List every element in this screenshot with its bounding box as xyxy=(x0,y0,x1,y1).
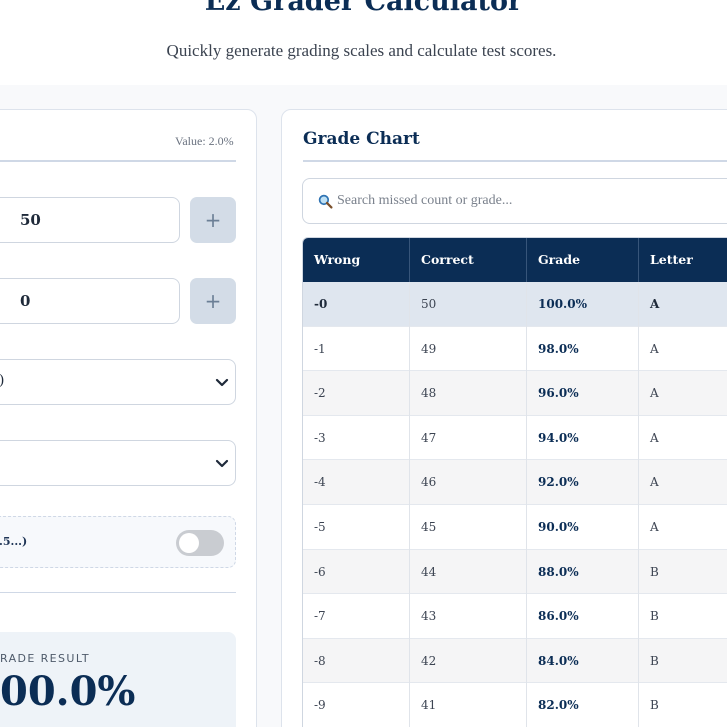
half-points-toggle-switch[interactable] xyxy=(176,530,224,556)
table-row[interactable]: -8 42 84.0% B xyxy=(303,638,727,684)
cell-correct: 41 xyxy=(410,683,527,727)
grade-table: Wrong Correct Grade Letter -0 50 100.0% A -1… xyxy=(302,237,727,727)
rounding-select-value: ) xyxy=(0,372,4,389)
result-divider xyxy=(0,592,236,593)
cell-letter: B xyxy=(650,698,659,713)
cell-letter: B xyxy=(650,564,659,579)
table-row[interactable]: -0 50 100.0% A xyxy=(303,282,727,327)
cell-letter: A xyxy=(650,341,659,356)
cell-letter: A xyxy=(650,297,660,311)
cell-letter: B xyxy=(650,653,659,668)
cell-correct: 43 xyxy=(410,594,527,639)
cell-wrong: -6 xyxy=(303,549,410,595)
cell-grade: 100.0% xyxy=(527,282,639,327)
grade-table-header: Wrong Correct Grade Letter xyxy=(303,238,727,282)
toggle-knob xyxy=(179,533,199,553)
app-title: Ez Grader Calculator xyxy=(204,0,523,17)
cell-grade: 90.0% xyxy=(527,505,639,550)
app-tagline: Quickly generate grading scales and calc… xyxy=(166,41,557,60)
column-header-letter[interactable]: Letter xyxy=(639,238,727,282)
cell-grade: 84.0% xyxy=(527,638,639,684)
cell-letter: A xyxy=(650,386,659,401)
cell-grade: 82.0% xyxy=(527,683,639,727)
cell-wrong: -4 xyxy=(303,460,410,505)
chevron-down-icon xyxy=(215,459,229,468)
total-questions-increment-button[interactable]: + xyxy=(190,197,236,243)
cell-grade: 94.0% xyxy=(527,415,639,461)
cell-correct: 49 xyxy=(410,326,527,372)
cell-grade: 98.0% xyxy=(527,326,639,372)
column-header-wrong[interactable]: Wrong xyxy=(303,238,410,282)
grade-chart-title: Grade Chart xyxy=(303,129,420,149)
column-header-grade[interactable]: Grade xyxy=(527,238,639,282)
cell-wrong: -0 xyxy=(303,282,410,327)
column-header-correct[interactable]: Correct xyxy=(410,238,527,282)
grade-search-box[interactable] xyxy=(302,178,727,224)
cell-correct: 44 xyxy=(410,549,527,595)
cell-wrong: -1 xyxy=(303,326,410,372)
table-row[interactable]: -4 46 92.0% A xyxy=(303,460,727,505)
table-row[interactable]: -6 44 88.0% B xyxy=(303,549,727,595)
settings-divider xyxy=(0,160,236,162)
rounding-select[interactable]: ) xyxy=(0,359,236,405)
grade-result-label: RADE RESULT xyxy=(0,652,90,665)
cell-correct: 45 xyxy=(410,505,527,550)
cell-grade: 96.0% xyxy=(527,371,639,416)
grade-search-input[interactable] xyxy=(337,180,717,222)
cell-wrong: -9 xyxy=(303,683,410,727)
cell-correct: 42 xyxy=(410,638,527,684)
half-points-toggle-label: .5...) xyxy=(0,535,28,548)
cell-grade: 92.0% xyxy=(527,460,639,505)
cell-letter: B xyxy=(650,609,659,624)
wrong-answers-input[interactable]: 0 xyxy=(0,278,180,324)
cell-correct: 47 xyxy=(410,415,527,461)
cell-grade: 88.0% xyxy=(527,549,639,595)
chevron-down-icon xyxy=(215,378,229,387)
total-questions-input[interactable]: 50 xyxy=(0,197,180,243)
search-icon xyxy=(318,194,333,209)
table-row[interactable]: -5 45 90.0% A xyxy=(303,505,727,550)
cell-correct: 48 xyxy=(410,371,527,416)
cell-letter: A xyxy=(650,475,659,490)
table-row[interactable]: -1 49 98.0% A xyxy=(303,326,727,372)
cell-wrong: -2 xyxy=(303,371,410,416)
table-row[interactable]: -9 41 82.0% B xyxy=(303,683,727,727)
cell-wrong: -8 xyxy=(303,638,410,684)
scale-select[interactable] xyxy=(0,440,236,486)
table-row[interactable]: -2 48 96.0% A xyxy=(303,371,727,416)
cell-grade: 86.0% xyxy=(527,594,639,639)
value-per-question-readout: Value: 2.0% xyxy=(175,134,234,148)
wrong-answers-increment-button[interactable]: + xyxy=(190,278,236,324)
half-points-toggle-row: .5...) xyxy=(0,516,236,568)
table-row[interactable]: -7 43 86.0% B xyxy=(303,594,727,639)
cell-correct: 46 xyxy=(410,460,527,505)
cell-wrong: -5 xyxy=(303,505,410,550)
cell-correct: 50 xyxy=(410,282,527,327)
table-row[interactable]: -3 47 94.0% A xyxy=(303,415,727,461)
cell-wrong: -7 xyxy=(303,594,410,639)
cell-wrong: -3 xyxy=(303,415,410,461)
cell-letter: A xyxy=(650,430,659,445)
grade-chart-divider xyxy=(303,160,727,162)
cell-letter: A xyxy=(650,520,659,534)
grade-result-value: 00.0% xyxy=(0,668,136,715)
